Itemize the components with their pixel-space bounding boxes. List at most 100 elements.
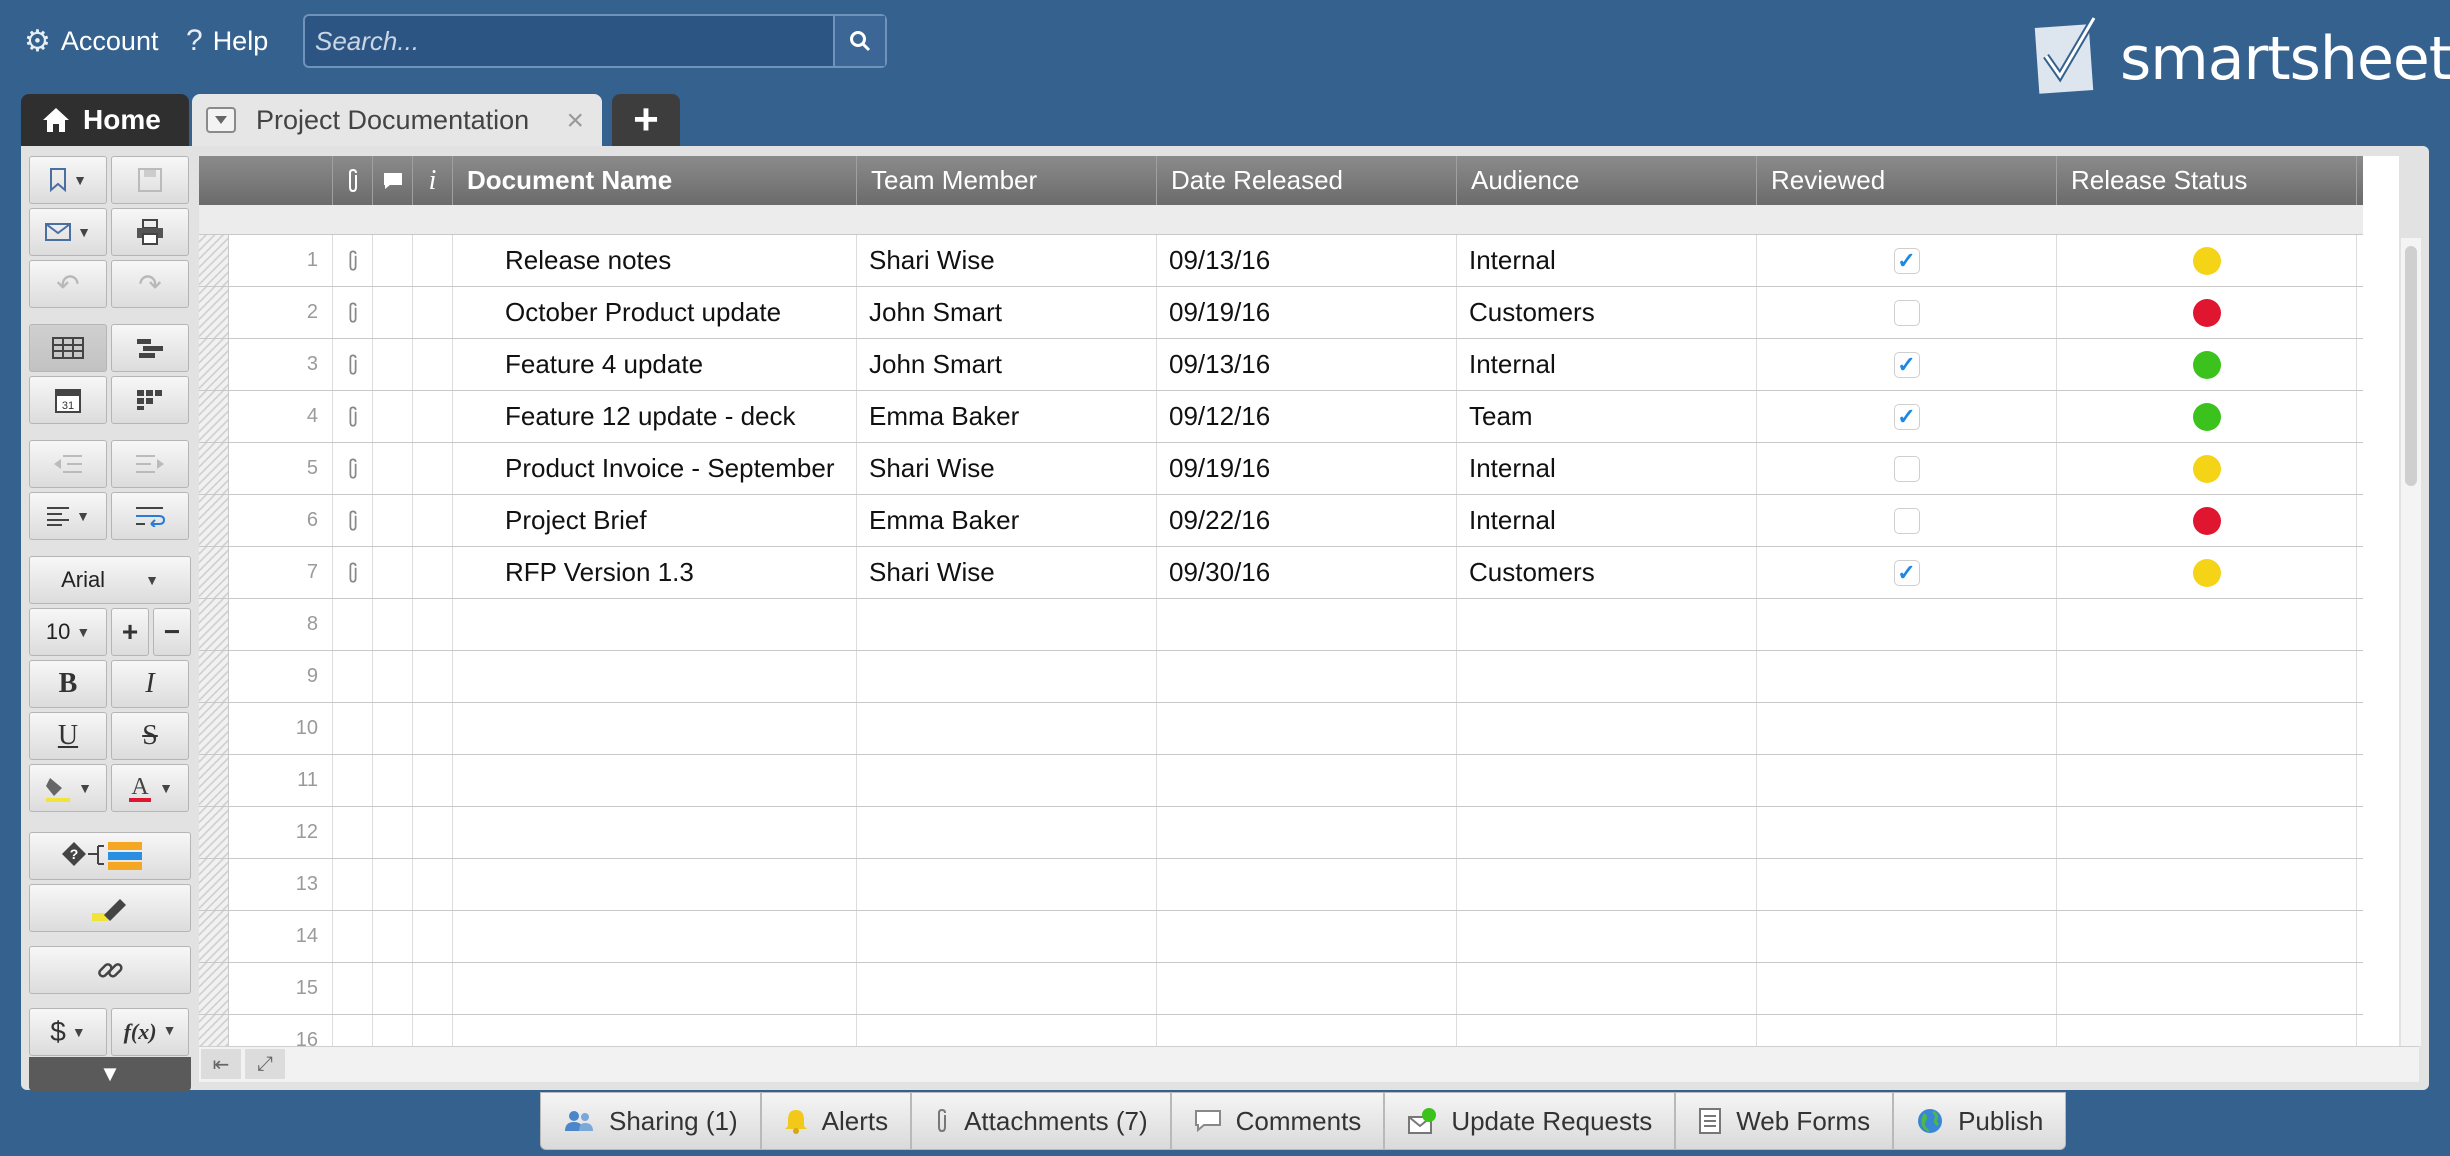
empty-cell[interactable] <box>1457 807 1757 858</box>
row-drag-handle[interactable] <box>199 495 229 546</box>
empty-cell[interactable] <box>857 859 1157 910</box>
empty-cell[interactable] <box>1457 755 1757 806</box>
comments-button[interactable]: Comments <box>1170 1092 1385 1150</box>
strikethrough-button[interactable]: S <box>111 712 189 760</box>
comment-cell[interactable] <box>373 391 413 442</box>
publish-button[interactable]: Publish <box>1893 1092 2067 1150</box>
empty-cell[interactable] <box>1457 703 1757 754</box>
font-size-select[interactable]: 10 ▼ <box>29 608 107 656</box>
reviewed-checkbox[interactable]: ✓ <box>1893 351 1920 378</box>
table-row[interactable]: 13 <box>199 859 2363 911</box>
reviewed-checkbox[interactable]: ✓ <box>1893 247 1920 274</box>
cell-team-member[interactable]: Shari Wise <box>857 443 1157 494</box>
empty-cell[interactable] <box>2057 703 2357 754</box>
attachment-cell[interactable] <box>333 391 373 442</box>
table-row[interactable]: 8 <box>199 599 2363 651</box>
empty-cell[interactable] <box>413 755 453 806</box>
empty-cell[interactable] <box>333 963 373 1014</box>
row-drag-handle[interactable] <box>199 807 229 858</box>
empty-cell[interactable] <box>413 599 453 650</box>
col-document-name[interactable]: Document Name <box>453 156 857 205</box>
font-decrease-button[interactable]: − <box>153 608 191 656</box>
cell-audience[interactable]: Team <box>1457 391 1757 442</box>
cell-date-released[interactable]: 09/19/16 <box>1157 287 1457 338</box>
info-cell[interactable] <box>413 443 453 494</box>
sheet-menu-dropdown[interactable] <box>206 107 236 133</box>
bold-button[interactable]: B <box>29 660 107 708</box>
table-row[interactable]: 15 <box>199 963 2363 1015</box>
empty-cell[interactable] <box>453 651 857 702</box>
info-cell[interactable] <box>413 339 453 390</box>
cell-document-name[interactable]: Release notes <box>453 235 857 286</box>
empty-cell[interactable] <box>453 807 857 858</box>
reviewed-checkbox[interactable] <box>1893 507 1920 534</box>
reviewed-checkbox[interactable] <box>1893 455 1920 482</box>
empty-cell[interactable] <box>2057 807 2357 858</box>
attachments-button[interactable]: Attachments (7) <box>911 1092 1171 1150</box>
col-reviewed[interactable]: Reviewed <box>1757 156 2057 205</box>
attachment-cell[interactable] <box>333 339 373 390</box>
account-menu[interactable]: ⚙ Account <box>24 24 158 59</box>
attachment-cell[interactable] <box>333 495 373 546</box>
empty-cell[interactable] <box>1457 859 1757 910</box>
row-drag-handle[interactable] <box>199 287 229 338</box>
row-drag-handle[interactable] <box>199 963 229 1014</box>
calendar-view-button[interactable]: 31 <box>29 376 107 424</box>
cell-document-name[interactable]: Feature 4 update <box>453 339 857 390</box>
cell-release-status[interactable] <box>2057 287 2357 338</box>
cell-release-status[interactable] <box>2057 235 2357 286</box>
vertical-scrollbar[interactable] <box>2401 238 2421 1046</box>
cell-release-status[interactable] <box>2057 495 2357 546</box>
empty-cell[interactable] <box>1157 755 1457 806</box>
empty-cell[interactable] <box>413 859 453 910</box>
cell-team-member[interactable]: Emma Baker <box>857 391 1157 442</box>
info-cell[interactable] <box>413 391 453 442</box>
info-cell[interactable] <box>413 235 453 286</box>
comment-cell[interactable] <box>373 339 413 390</box>
empty-cell[interactable] <box>1757 599 2057 650</box>
cell-team-member[interactable]: Shari Wise <box>857 235 1157 286</box>
cell-date-released[interactable]: 09/13/16 <box>1157 235 1457 286</box>
search-button[interactable] <box>833 16 885 66</box>
empty-cell[interactable] <box>1157 911 1457 962</box>
cell-date-released[interactable]: 09/19/16 <box>1157 443 1457 494</box>
info-cell[interactable] <box>413 495 453 546</box>
cell-team-member[interactable]: John Smart <box>857 339 1157 390</box>
cell-document-name[interactable]: October Product update <box>453 287 857 338</box>
table-row[interactable]: 4 Feature 12 update - deck Emma Baker 09/12… <box>199 391 2363 443</box>
empty-cell[interactable] <box>857 651 1157 702</box>
empty-cell[interactable] <box>373 911 413 962</box>
collapse-left-button[interactable]: ⇤ <box>201 1049 241 1079</box>
undo-button[interactable]: ↶ <box>29 260 107 308</box>
scroll-thumb[interactable] <box>2405 246 2417 486</box>
cell-date-released[interactable]: 09/22/16 <box>1157 495 1457 546</box>
empty-cell[interactable] <box>453 599 857 650</box>
table-row[interactable]: 6 Project Brief Emma Baker 09/22/16 Internal <box>199 495 2363 547</box>
empty-cell[interactable] <box>453 963 857 1014</box>
cell-reviewed[interactable] <box>1757 287 2057 338</box>
empty-cell[interactable] <box>373 859 413 910</box>
hyperlink-button[interactable] <box>29 946 191 994</box>
info-cell[interactable] <box>413 287 453 338</box>
fill-color-button[interactable]: ▼ <box>29 764 107 812</box>
alerts-button[interactable]: Alerts <box>760 1092 912 1150</box>
empty-cell[interactable] <box>413 911 453 962</box>
cell-release-status[interactable] <box>2057 391 2357 442</box>
cell-audience[interactable]: Internal <box>1457 235 1757 286</box>
comment-header[interactable] <box>373 156 413 205</box>
col-audience[interactable]: Audience <box>1457 156 1757 205</box>
cell-release-status[interactable] <box>2057 443 2357 494</box>
empty-cell[interactable] <box>1157 807 1457 858</box>
italic-button[interactable]: I <box>111 660 189 708</box>
search-input[interactable] <box>305 16 887 66</box>
tab-home[interactable]: Home <box>21 94 189 146</box>
row-drag-handle[interactable] <box>199 755 229 806</box>
cell-reviewed[interactable]: ✓ <box>1757 547 2057 598</box>
attachment-cell[interactable] <box>333 235 373 286</box>
empty-cell[interactable] <box>1157 651 1457 702</box>
table-row[interactable]: 9 <box>199 651 2363 703</box>
cell-release-status[interactable] <box>2057 547 2357 598</box>
empty-cell[interactable] <box>857 963 1157 1014</box>
empty-cell[interactable] <box>333 911 373 962</box>
col-release-status[interactable]: Release Status <box>2057 156 2357 205</box>
